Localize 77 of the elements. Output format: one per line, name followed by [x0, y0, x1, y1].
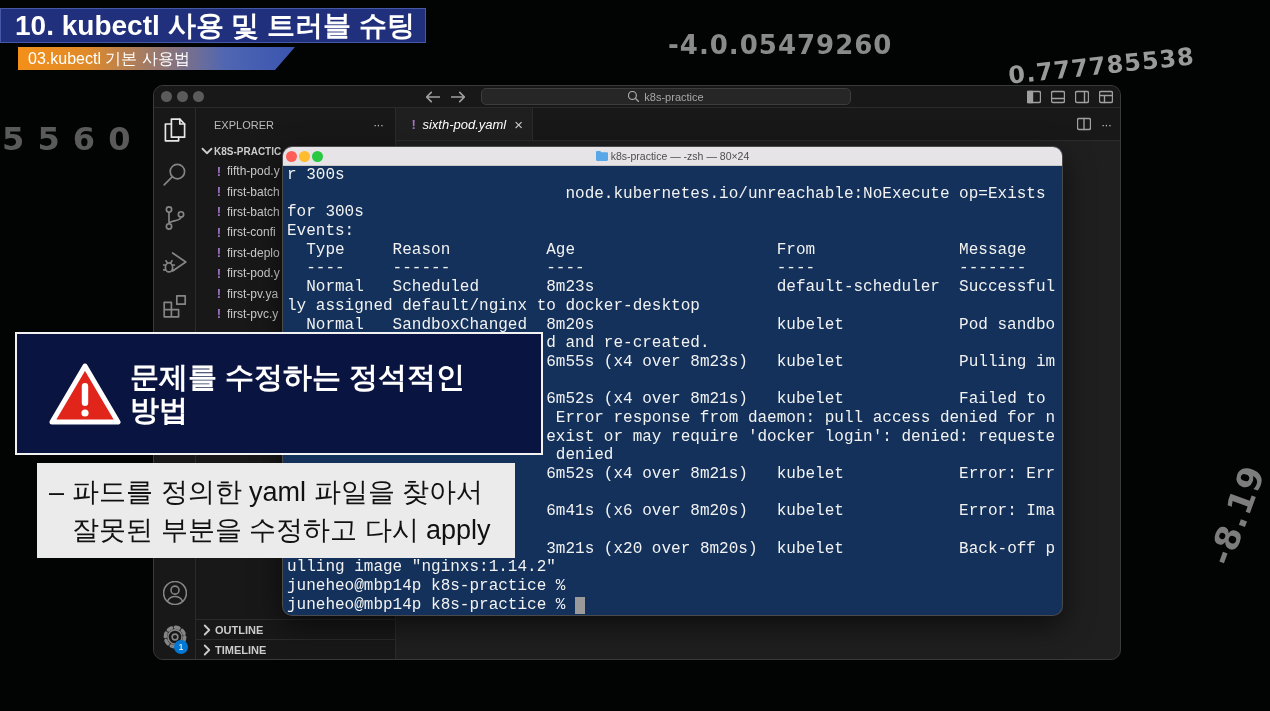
- folder-item[interactable]: K8S-PRACTIC: [201, 145, 282, 157]
- layout-icon[interactable]: [1099, 89, 1113, 104]
- yaml-icon: !: [215, 286, 223, 302]
- more-button[interactable]: ···: [371, 117, 385, 132]
- terminal-line: Error response from daemon: pull access denied for n: [555, 408, 1056, 428]
- terminal-line: 6m52s (x4 over 8m21s) kubelet Error: Err: [546, 465, 1056, 484]
- blocks-icon[interactable]: [162, 294, 187, 318]
- background-number: -4.0.05479260: [668, 30, 893, 60]
- command-center-field[interactable]: k8s-practice: [481, 88, 851, 105]
- terminal-line: juneheo@mbp14p k8s-practice %: [287, 577, 566, 596]
- yaml-icon: !: [215, 163, 223, 179]
- section-header[interactable]: OUTLINE: [201, 623, 264, 636]
- play-bug-icon[interactable]: [162, 250, 187, 274]
- yaml-icon: !: [410, 117, 418, 132]
- section-header[interactable]: TIMELINE: [201, 643, 267, 656]
- panel-bottom-icon[interactable]: [1051, 89, 1065, 104]
- close-tab-button[interactable]: ×: [511, 116, 526, 133]
- editor-tab[interactable]: ! sixth-pod.yaml ×: [396, 108, 533, 140]
- file-item[interactable]: ! first-batch: [215, 204, 280, 220]
- sidebar-title: EXPLORER: [214, 118, 274, 131]
- terminal-line: for 300s: [287, 203, 364, 223]
- file-item[interactable]: ! first-deplo: [215, 245, 280, 261]
- window-zoom-icon[interactable]: [193, 91, 204, 102]
- file-item[interactable]: ! first-pv.ya: [215, 286, 279, 302]
- window-close-icon[interactable]: [161, 91, 172, 102]
- terminal-line: 3m21s (x20 over 8m20s) kubelet Back-off p: [546, 539, 1056, 559]
- terminal-line: 6m52s (x4 over 8m21s) kubelet Failed to: [546, 390, 1046, 409]
- terminal-line: Events:: [287, 222, 355, 241]
- search-icon[interactable]: [162, 162, 187, 186]
- terminal-line: Type Reason Age From Message: [306, 240, 1027, 260]
- terminal-line: ulling image "nginxs:1.14.2": [287, 558, 556, 578]
- sidebar-right-icon[interactable]: [1075, 89, 1089, 104]
- file-item[interactable]: ! first-confi: [215, 224, 276, 240]
- terminal-line: r 300s: [287, 166, 345, 185]
- terminal-line: 6m55s (x4 over 8m23s) kubelet Pulling im: [546, 352, 1056, 372]
- yaml-icon: !: [215, 306, 223, 322]
- arrow-left-icon[interactable]: [426, 89, 440, 104]
- arrow-right-icon[interactable]: [451, 89, 465, 104]
- terminal-line: juneheo@mbp14p k8s-practice %: [287, 595, 566, 615]
- yaml-icon: !: [215, 224, 223, 240]
- split-editor-icon[interactable]: [1077, 117, 1091, 131]
- terminal-line: ly assigned default/nginx to docker-desktop: [287, 296, 700, 316]
- file-item[interactable]: ! fifth-pod.y: [215, 163, 280, 179]
- file-item[interactable]: ! first-pvc.y: [215, 306, 279, 322]
- sidebar-left-icon[interactable]: [1027, 89, 1041, 104]
- terminal-line: d and re-created.: [546, 334, 710, 353]
- folder-icon: [595, 151, 608, 161]
- more-button[interactable]: ···: [1099, 116, 1113, 132]
- window-minimize-icon[interactable]: [177, 91, 188, 102]
- background-number: -8.19: [1200, 459, 1270, 571]
- warning-icon: [48, 361, 122, 426]
- terminal-line: Normal Scheduled 8m23s default-scheduler Successful: [306, 278, 1056, 297]
- update-count-badge: 1: [174, 640, 188, 654]
- background-number: 0.777785538: [1007, 42, 1197, 90]
- file-item[interactable]: ! first-batch: [215, 184, 280, 200]
- terminal-line: exist or may require 'docker login': denied: requeste: [546, 427, 1056, 447]
- yaml-icon: !: [215, 265, 223, 281]
- terminal-line: 6m41s (x6 over 8m20s) kubelet Error: Ima: [546, 502, 1056, 522]
- search-icon: [628, 91, 640, 102]
- yaml-icon: !: [215, 184, 223, 200]
- account-icon[interactable]: [162, 581, 187, 605]
- settings-icon[interactable]: [162, 625, 187, 649]
- lesson-subtitle: 03.kubectl 기본 사용법: [18, 47, 295, 70]
- terminal-line: Normal SandboxChanged 8m20s kubelet Pod sandbo: [306, 315, 1056, 335]
- terminal-line: ---- ------ ---- ---- -------: [306, 259, 1027, 279]
- yaml-icon: !: [215, 204, 223, 220]
- terminal-line: denied: [555, 446, 614, 465]
- terminal-line: node.kubernetes.io/unreachable:NoExecute op=Exists: [565, 184, 1046, 204]
- lesson-title: 10. kubectl 사용 및 트러블 슈팅: [0, 8, 426, 43]
- terminal-title: k8s-practice — -zsh — 80×24: [610, 150, 750, 162]
- files-icon[interactable]: [162, 118, 187, 142]
- bullet-marker: –: [49, 475, 66, 509]
- background-number: 5 5 6 0: [2, 120, 132, 158]
- file-item[interactable]: ! first-pod.y: [215, 265, 280, 281]
- callout-heading: 문제를 수정하는 정석적인 방법: [130, 360, 467, 427]
- callout-text: 파드를 정의한 yaml 파일을 찾아서 잘못된 부분을 수정하고 다시 apply: [72, 475, 492, 547]
- yaml-icon: !: [215, 245, 223, 261]
